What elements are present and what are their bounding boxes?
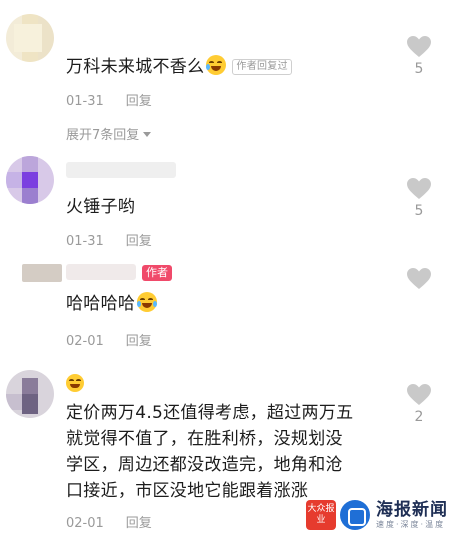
comment-date: 02-01 [66, 334, 104, 349]
comment-text-body: 万科未来城不香么 [66, 57, 205, 77]
comment-text: 火锤子哟 [66, 195, 135, 219]
watermark-title: 海报新闻 [376, 500, 448, 520]
comment-meta: 01-31 回复 [66, 90, 152, 109]
like-button[interactable] [404, 268, 434, 290]
news-watermark: 大众报业 海报新闻 速度·深度·温度 [306, 500, 448, 530]
avatar[interactable] [6, 370, 54, 418]
comment-date: 01-31 [66, 234, 104, 249]
comment-text-line: 学区，周边还都没改造完，地角和沧 [66, 455, 343, 475]
comment-text-line: 定价两万4.5还值得考虑，超过两万五 [66, 403, 354, 423]
heart-icon [407, 384, 431, 405]
dazhong-logo-icon: 大众报业 [306, 500, 336, 530]
blurred-avatar-small [22, 264, 62, 282]
heart-icon [407, 178, 431, 199]
comment-text: 哈哈哈哈 [66, 292, 158, 316]
comment-text: 万科未来城不香么 作者回复过 [66, 55, 292, 79]
comment-meta: 02-01 回复 [66, 330, 152, 349]
expand-replies-label: 展开7条回复 [66, 128, 140, 143]
comment-text-body: 火锤子哟 [66, 197, 136, 217]
comment-date: 01-31 [66, 94, 104, 109]
author-badge: 作者 [142, 265, 172, 281]
heart-icon [407, 268, 431, 289]
expand-replies-button[interactable]: 展开7条回复 [66, 124, 152, 143]
reply-button[interactable]: 回复 [126, 94, 152, 109]
reply-button[interactable]: 回复 [126, 234, 152, 249]
smile-emoji-icon [66, 374, 84, 392]
comment-emoji-line [66, 372, 84, 396]
caret-down-icon [143, 132, 152, 137]
watermark-subtitle: 速度·深度·温度 [376, 520, 446, 529]
comment-meta: 02-01 回复 [66, 512, 152, 531]
like-button[interactable]: 5 [404, 36, 434, 77]
comment-text-body: 哈哈哈哈 [66, 294, 136, 314]
comment-date: 02-01 [66, 516, 104, 531]
blurred-username [66, 162, 176, 178]
like-count: 2 [414, 409, 424, 425]
comment-text-line: 就觉得不值了，在胜利桥，没规划没 [66, 429, 343, 449]
like-button[interactable]: 5 [404, 178, 434, 219]
avatar[interactable] [6, 14, 54, 62]
logo-text: 大众报业 [307, 504, 335, 525]
haibao-logo-icon [340, 500, 370, 530]
avatar[interactable] [6, 156, 54, 204]
like-count: 5 [414, 61, 424, 77]
laughing-tears-emoji-icon [206, 55, 227, 75]
like-count: 5 [414, 203, 424, 219]
laughing-tears-emoji-icon [137, 292, 158, 312]
blurred-username [66, 264, 136, 280]
heart-icon [407, 36, 431, 57]
comment-text: 定价两万4.5还值得考虑，超过两万五 就觉得不值了，在胜利桥，没规划没 学区，周… [66, 400, 353, 504]
author-replied-tag: 作者回复过 [232, 59, 292, 75]
reply-button[interactable]: 回复 [126, 516, 152, 531]
reply-button[interactable]: 回复 [126, 334, 152, 349]
comment-meta: 01-31 回复 [66, 230, 152, 249]
like-button[interactable]: 2 [404, 384, 434, 425]
watermark-text: 海报新闻 速度·深度·温度 [376, 500, 448, 530]
